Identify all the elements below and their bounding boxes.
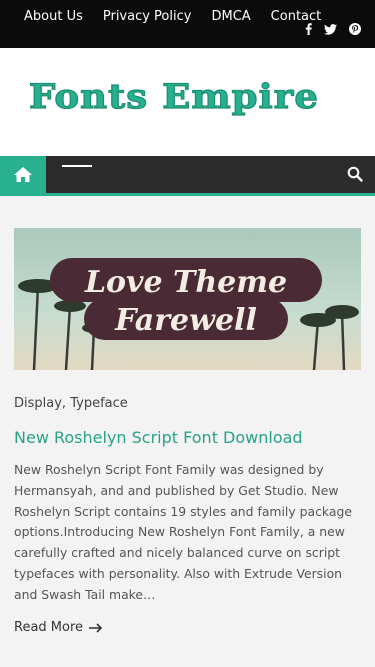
search-icon[interactable] bbox=[347, 166, 363, 182]
site-logo[interactable]: Fonts Empire bbox=[28, 72, 320, 122]
post-title[interactable]: New Roshelyn Script Font Download bbox=[14, 428, 361, 447]
facebook-icon[interactable] bbox=[305, 23, 312, 35]
top-nav: About Us Privacy Policy DMCA Contact bbox=[0, 8, 321, 26]
thumbnail-text-line1: Love Theme bbox=[84, 265, 287, 300]
thumbnail-text-line2: Farewell bbox=[114, 303, 257, 338]
post-thumbnail[interactable]: Love Theme Farewell bbox=[14, 228, 361, 370]
top-bar: About Us Privacy Policy DMCA Contact bbox=[0, 0, 375, 48]
main-nav bbox=[0, 156, 375, 196]
home-icon bbox=[14, 167, 32, 182]
menu-toggle-button[interactable] bbox=[62, 165, 92, 167]
top-nav-about-us[interactable]: About Us bbox=[24, 8, 83, 26]
logo-text: Fonts Empire bbox=[29, 77, 319, 117]
pinterest-icon[interactable] bbox=[349, 23, 361, 35]
post-categories: Display, Typeface bbox=[14, 396, 128, 411]
post-excerpt: New Roshelyn Script Font Family was desi… bbox=[14, 462, 352, 602]
top-nav-privacy-policy[interactable]: Privacy Policy bbox=[103, 8, 192, 26]
read-more-link[interactable]: Read More bbox=[14, 620, 103, 635]
category-link-typeface[interactable]: Typeface bbox=[70, 396, 128, 411]
arrow-right-icon bbox=[89, 622, 103, 633]
site-header: Fonts Empire bbox=[0, 48, 375, 156]
top-nav-dmca[interactable]: DMCA bbox=[211, 8, 250, 26]
twitter-icon[interactable] bbox=[324, 23, 337, 35]
social-links bbox=[305, 23, 361, 35]
home-button[interactable] bbox=[0, 156, 46, 193]
read-more-label: Read More bbox=[14, 620, 84, 635]
category-separator: , bbox=[61, 396, 67, 411]
category-link-display[interactable]: Display bbox=[14, 396, 62, 411]
